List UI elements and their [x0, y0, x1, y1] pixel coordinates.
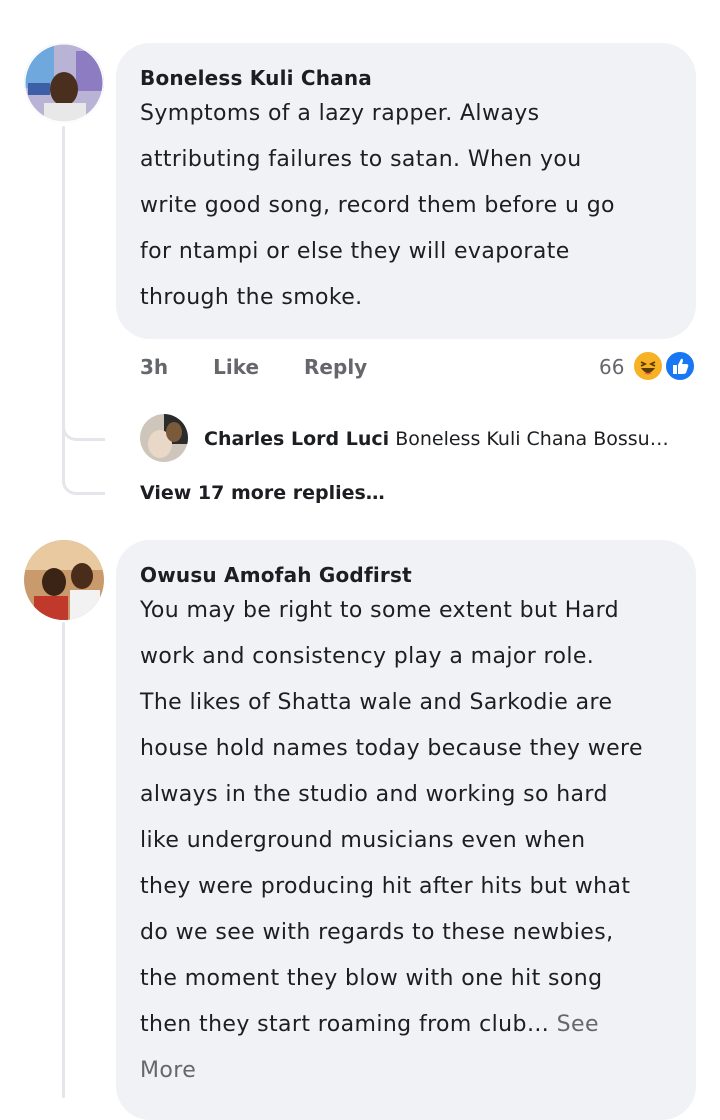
view-more-replies[interactable]: View 17 more replies… [140, 482, 385, 504]
comment-1-line: attributing failures to satan. When you [140, 147, 582, 172]
comment-2-line: You may be right to some extent but Hard [140, 598, 620, 623]
comment-2-line: always in the studio and working so hard [140, 782, 608, 807]
comment-2-line: then they start roaming from club… See [140, 1002, 672, 1048]
reaction-count[interactable]: 66 [599, 355, 624, 379]
avatar-comment-2[interactable] [24, 540, 104, 620]
thread-line-1 [62, 126, 65, 416]
comment-1-line: write good song, record them before u go [140, 193, 615, 218]
comment-2-line: like underground musicians even when [140, 828, 586, 853]
comment-author-2[interactable]: Owusu Amofah Godfirst [140, 562, 672, 588]
like-icon [664, 350, 696, 382]
avatar-reply-preview[interactable] [140, 414, 188, 462]
thread-line-2 [62, 622, 65, 1098]
reply-preview[interactable]: Charles Lord Luci Boneless Kuli Chana Bo… [204, 426, 669, 452]
comment-1-line: for ntampi or else they will evaporate [140, 239, 570, 264]
comment-text-2: You may be right to some extent but Hard… [140, 588, 672, 1094]
comment-2-line: The likes of Shatta wale and Sarkodie ar… [140, 690, 613, 715]
reply-text: Boneless Kuli Chana Bossu… [395, 428, 669, 450]
reply-author[interactable]: Charles Lord Luci [204, 428, 389, 450]
see-more-link-wrap[interactable]: More [140, 1048, 672, 1094]
comment-2-line: they were producing hit after hits but w… [140, 874, 631, 899]
thread-elbow-view-more [62, 430, 105, 495]
comment-2-line: the moment they blow with one hit song [140, 966, 603, 991]
comment-bubble-2[interactable]: Owusu Amofah Godfirst You may be right t… [116, 540, 696, 1120]
comment-2-line: do we see with regards to these newbies, [140, 920, 614, 945]
avatar-comment-1[interactable] [24, 43, 104, 123]
reply-button[interactable]: Reply [304, 355, 367, 379]
comment-author-1[interactable]: Boneless Kuli Chana [140, 65, 672, 91]
comment-2-last-line: then they start roaming from club… [140, 1012, 550, 1037]
comment-1-line: Symptoms of a lazy rapper. Always [140, 101, 540, 126]
comment-bubble-1[interactable]: Boneless Kuli Chana Symptoms of a lazy r… [116, 43, 696, 339]
see-more-link[interactable]: See [557, 1012, 599, 1037]
comment-1-line: through the smoke. [140, 285, 363, 310]
comment-time[interactable]: 3h [140, 355, 168, 379]
haha-icon [632, 350, 664, 382]
comment-text-1: Symptoms of a lazy rapper. Always attrib… [140, 91, 672, 321]
comment-1-meta: 3h Like Reply [140, 355, 367, 379]
comment-2-line: work and consistency play a major role. [140, 644, 595, 669]
like-button[interactable]: Like [213, 355, 259, 379]
comment-2-line: house hold names today because they were [140, 736, 643, 761]
